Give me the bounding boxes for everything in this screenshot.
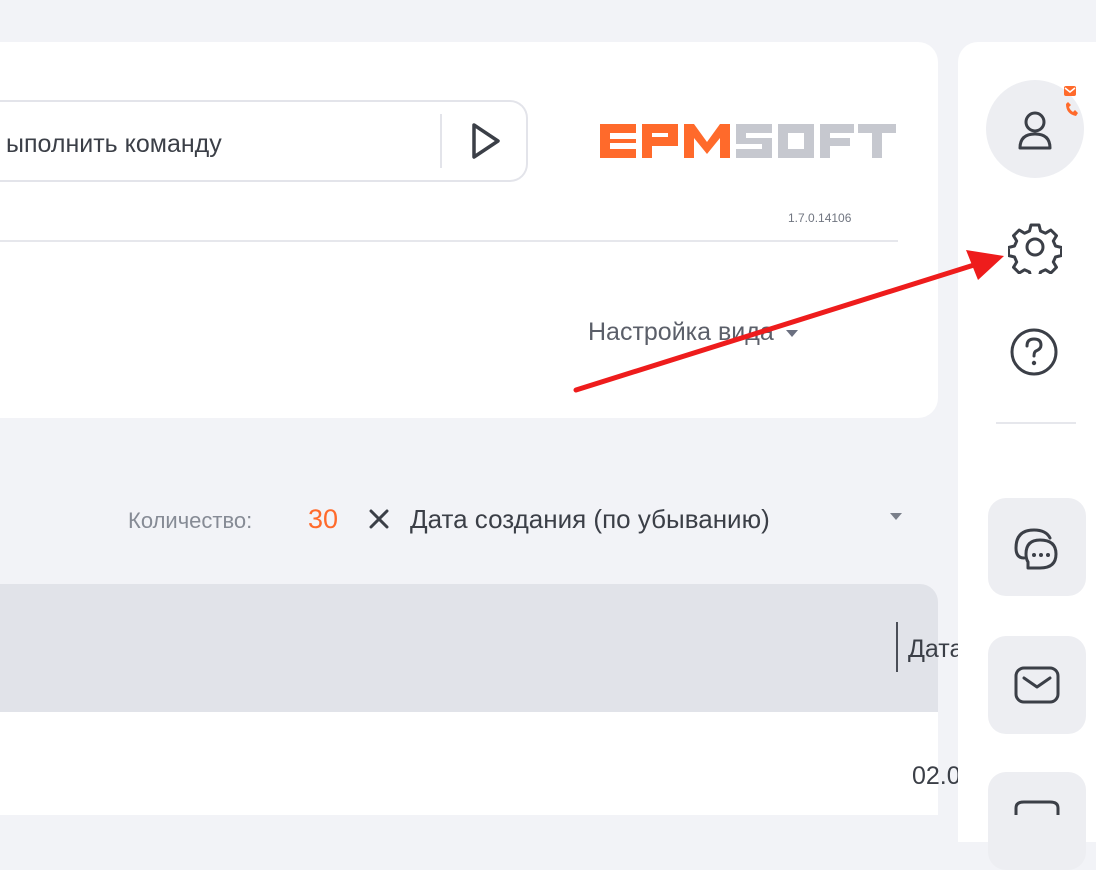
user-icon: [1018, 111, 1052, 150]
help-icon[interactable]: [1008, 326, 1060, 378]
play-icon: [472, 123, 500, 159]
gear-icon[interactable]: [1008, 220, 1062, 274]
command-input-text[interactable]: ыполнить команду: [6, 130, 222, 159]
version-label: 1.7.0.14106: [788, 211, 852, 225]
table-header: [0, 584, 938, 712]
sidebar-divider: [996, 422, 1076, 424]
run-command-button[interactable]: [460, 116, 510, 166]
mail-icon: [1014, 666, 1060, 704]
message-button[interactable]: [988, 772, 1086, 870]
sorting-bar: Количество: 30 Дата создания (по убывани…: [0, 500, 938, 540]
phone-mail-badge-icon: [1064, 86, 1078, 116]
view-settings-label: Настройка вида: [588, 318, 774, 346]
caret-down-icon[interactable]: [890, 513, 902, 520]
table-row[interactable]: [0, 712, 938, 815]
command-separator: [440, 114, 442, 168]
column-resize-handle[interactable]: [896, 622, 898, 672]
header-divider: [0, 240, 898, 242]
close-icon[interactable]: [366, 506, 392, 532]
chat-icon: [1014, 528, 1058, 570]
message-icon: [1014, 800, 1060, 815]
header-panel: [0, 42, 938, 418]
caret-down-icon: [785, 329, 798, 337]
count-label: Количество:: [128, 508, 253, 533]
view-settings-dropdown[interactable]: Настройка вида: [588, 318, 798, 347]
bpmsoft-logo: [600, 124, 896, 158]
count-value: 30: [308, 504, 339, 534]
sort-field-dropdown[interactable]: Дата создания (по убыванию): [410, 504, 770, 535]
